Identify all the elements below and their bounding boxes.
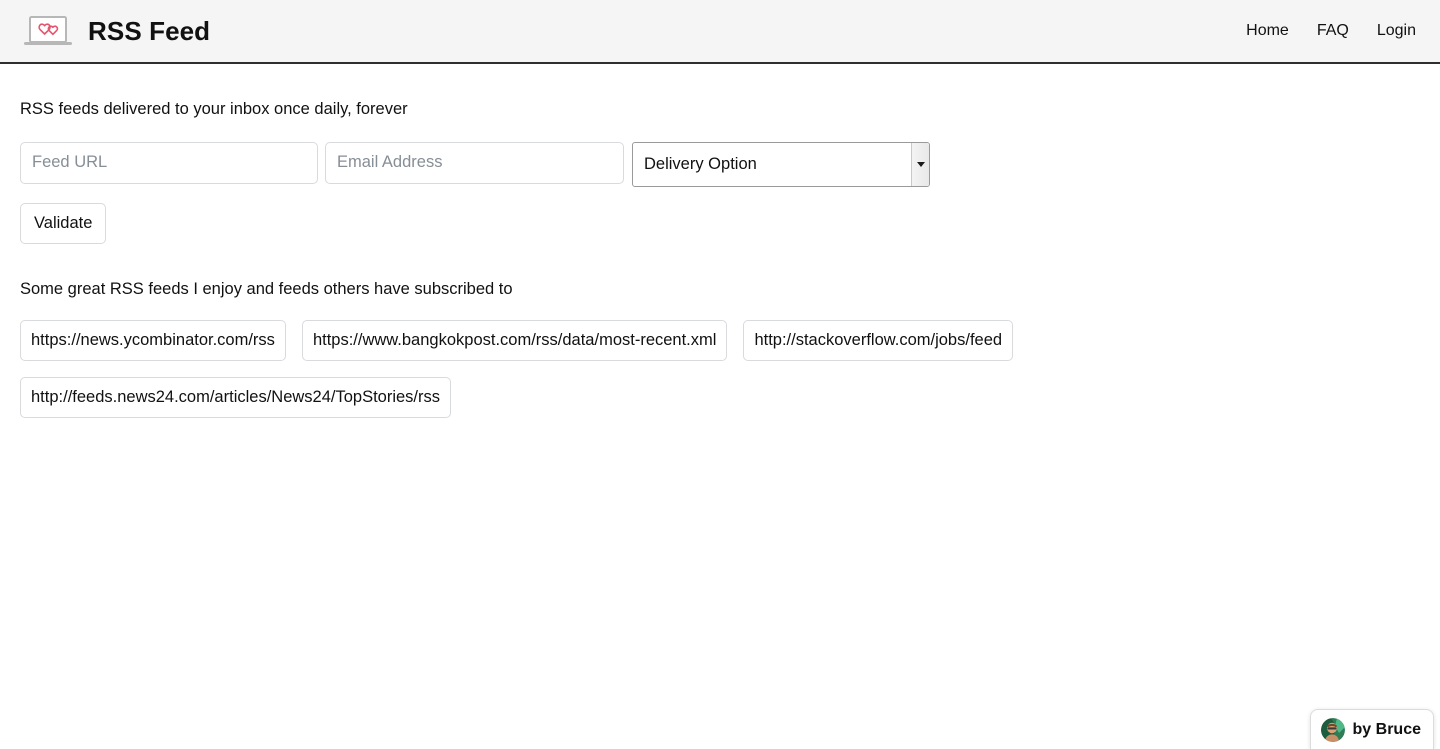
feed-chip[interactable]: http://feeds.news24.com/articles/News24/… — [20, 376, 452, 418]
validate-row: Validate — [20, 202, 1420, 244]
feed-chip[interactable]: http://stackoverflow.com/jobs/feed — [743, 319, 1014, 361]
feed-url-input[interactable] — [20, 141, 318, 184]
laptop-hearts-logo-icon — [22, 13, 74, 49]
nav-link-login[interactable]: Login — [1377, 22, 1416, 40]
primary-nav: Home FAQ Login — [1246, 22, 1416, 40]
made-by-label: by Bruce — [1352, 720, 1421, 738]
main-content: RSS feeds delivered to your inbox once d… — [0, 64, 1440, 418]
feed-examples-list: https://news.ycombinator.com/rss https:/… — [20, 319, 1120, 418]
validate-button[interactable]: Validate — [20, 202, 107, 244]
delivery-option-select[interactable]: Delivery Option — [632, 141, 930, 187]
delivery-option-value: Delivery Option — [632, 141, 930, 187]
subscribe-form: Delivery Option — [20, 141, 1420, 187]
nav-link-faq[interactable]: FAQ — [1317, 22, 1349, 40]
page-tagline: RSS feeds delivered to your inbox once d… — [20, 100, 408, 118]
top-navbar: RSS Feed Home FAQ Login — [0, 0, 1440, 64]
brand-home-link[interactable]: RSS Feed — [22, 13, 210, 49]
nav-link-home[interactable]: Home — [1246, 22, 1289, 40]
author-avatar — [1320, 717, 1345, 742]
email-input[interactable] — [325, 141, 624, 184]
feed-chip[interactable]: https://www.bangkokpost.com/rss/data/mos… — [301, 319, 728, 361]
brand-title: RSS Feed — [88, 16, 211, 46]
chevron-down-icon[interactable] — [911, 142, 929, 186]
made-by-badge[interactable]: by Bruce — [1309, 709, 1434, 749]
feeds-subheading: Some great RSS feeds I enjoy and feeds o… — [20, 279, 513, 298]
feed-chip[interactable]: https://news.ycombinator.com/rss — [20, 319, 286, 361]
